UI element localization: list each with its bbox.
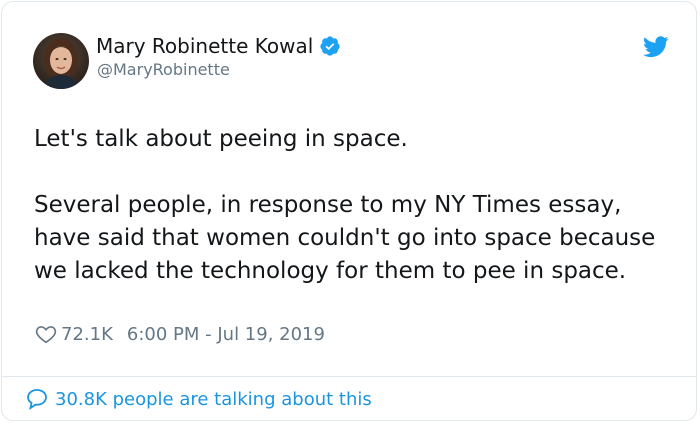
talking-link[interactable]: 30.8K people are talking about this <box>25 387 372 411</box>
like-count[interactable]: 72.1K <box>61 324 113 345</box>
divider <box>2 376 696 377</box>
author-name[interactable]: Mary Robinette Kowal <box>96 34 341 58</box>
author-name-text[interactable]: Mary Robinette Kowal <box>96 34 313 58</box>
tweet-text: Let's talk about peeing in space. Severa… <box>34 123 674 288</box>
verified-badge-icon <box>319 35 341 57</box>
heart-icon[interactable] <box>35 323 57 345</box>
avatar[interactable] <box>33 33 89 89</box>
twitter-bird-icon[interactable] <box>643 36 669 58</box>
tweet-line-1: Let's talk about peeing in space. <box>34 126 408 152</box>
tweet-card: Mary Robinette Kowal @MaryRobinette Let'… <box>1 1 697 421</box>
talking-text[interactable]: 30.8K people are talking about this <box>55 389 372 410</box>
tweet-line-2: Several people, in response to my NY Tim… <box>34 192 656 284</box>
timestamp[interactable]: 6:00 PM - Jul 19, 2019 <box>127 324 325 345</box>
tweet-meta: 72.1K 6:00 PM - Jul 19, 2019 <box>35 323 325 345</box>
author-handle[interactable]: @MaryRobinette <box>97 60 230 79</box>
speech-bubble-icon <box>25 387 49 411</box>
